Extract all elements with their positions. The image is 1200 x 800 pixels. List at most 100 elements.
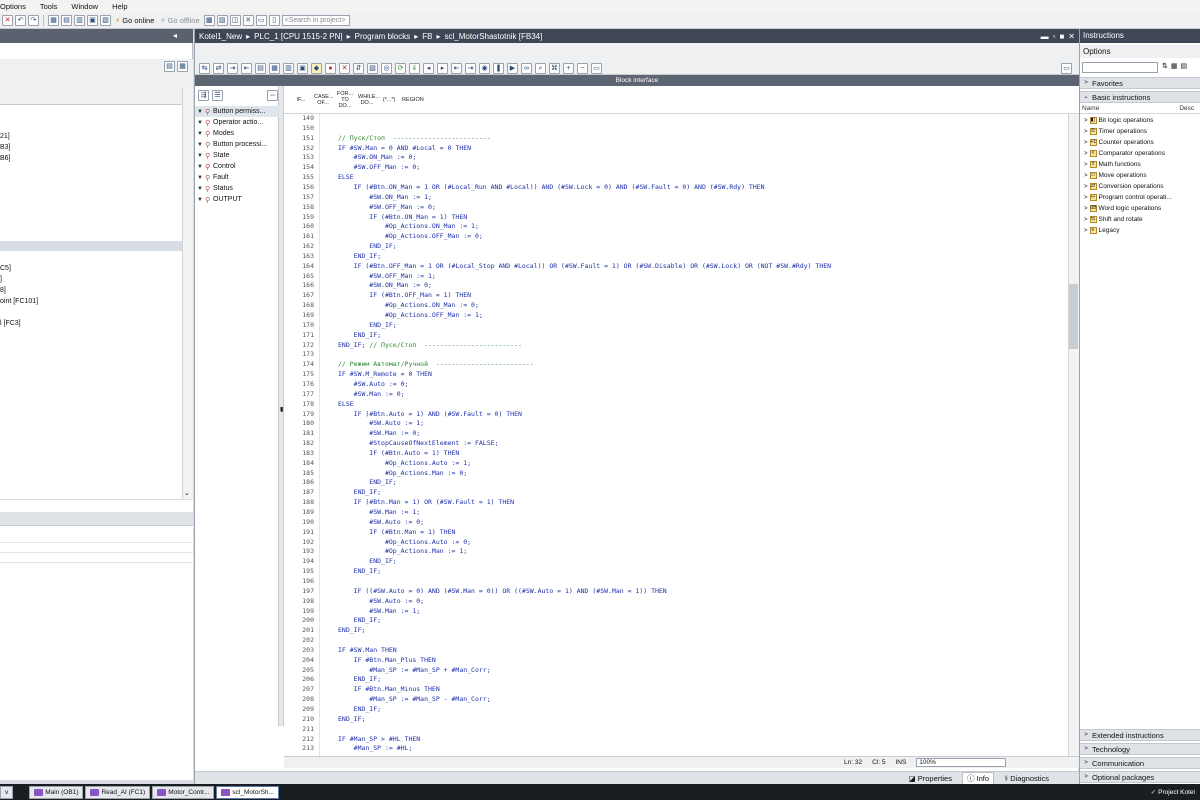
instruction-group[interactable]: > ◧ Bit logic operations [1084, 115, 1153, 126]
taskbar-tab-scl-motor[interactable]: scl_MotorSh... [216, 785, 279, 799]
interface-item[interactable]: ▼ ⚲ Control [195, 161, 279, 172]
interface-item[interactable]: ▼ ⚲ State [195, 150, 279, 161]
tab-properties[interactable]: ◪ Properties [909, 774, 952, 783]
code-line[interactable]: #Op_Actions.OFF_Man := 1; [338, 311, 483, 321]
code-line[interactable]: IF (#Btn.Man = 1) THEN [338, 528, 455, 538]
interface-item[interactable]: ▼ ⚲ Operator actio... [195, 117, 279, 128]
interface-item[interactable]: ▼ ⚲ OUTPUT [195, 194, 279, 205]
code-line[interactable]: IF #SW.M_Remote = 0 THEN [338, 370, 432, 380]
tab-diagnostics[interactable]: ⚕ Diagnostics [1004, 774, 1049, 783]
instruction-group[interactable]: > ↦ Program control operati... [1084, 192, 1172, 203]
code-line[interactable]: #SW.Auto := 0; [338, 518, 424, 528]
instruction-group[interactable]: > ⇆ Shift and rotate [1084, 214, 1143, 225]
bookmark-icon[interactable]: ▣ [297, 62, 308, 74]
refresh-icon[interactable]: ⟳ [395, 62, 406, 74]
format-icon[interactable]: ▤ [255, 62, 266, 74]
expand-triangle-icon[interactable]: ▼ [195, 120, 205, 126]
code-line[interactable]: ELSE [338, 173, 354, 183]
collapse-all-icon[interactable]: ☰ [212, 90, 223, 101]
code-line[interactable]: #Op_Actions.Auto := 0; [338, 538, 471, 548]
last-icon[interactable]: ⇥ [465, 62, 476, 74]
code-line[interactable]: END_IF; [338, 488, 381, 498]
code-line[interactable]: #SW.Auto := 0; [338, 597, 424, 607]
interface-item[interactable]: ▼ ⚲ Status [195, 183, 279, 194]
code-line[interactable]: #SW.OFF_Man := 1; [338, 272, 436, 282]
menu-window[interactable]: Window [71, 2, 98, 11]
code-line[interactable]: #Op_Actions.OFF_Man := 0; [338, 232, 483, 242]
interface-item[interactable]: ▼ ⚲ Fault [195, 172, 279, 183]
section-technology[interactable]: > Technology [1080, 743, 1200, 755]
prev-icon[interactable]: ◂ [423, 62, 434, 74]
menu-tools[interactable]: Tools [40, 2, 58, 11]
instruction-group[interactable]: > +1 Counter operations [1084, 137, 1154, 148]
toggle-bookmark-icon[interactable]: ◆ [311, 62, 322, 74]
code-line[interactable]: #SW.Man := 0; [338, 390, 405, 400]
code-line[interactable]: #SW.Auto := 1; [338, 419, 424, 429]
next-icon[interactable]: ▸ [437, 62, 448, 74]
tree-item[interactable]: ] [0, 276, 2, 283]
code-line[interactable]: END_IF; [338, 626, 365, 636]
tree-item[interactable]: l [FC3] [0, 320, 21, 327]
simulation-icon[interactable]: ▣ [87, 15, 98, 26]
section-optional-packages[interactable]: > Optional packages [1080, 771, 1200, 783]
keyword-case[interactable]: CASE... OF... [314, 94, 334, 106]
code-line[interactable]: // Пуск/Стоп ------------------------- [338, 134, 491, 144]
code-line[interactable]: IF ((#SW.Auto = 0) AND (#SW.Man = 0)) OR… [338, 587, 667, 597]
indent-icon[interactable]: ⇥ [227, 62, 238, 74]
code-line[interactable]: #SW.Auto := 0; [338, 380, 409, 390]
breadcrumb-fb[interactable]: FB [422, 32, 432, 41]
code-line[interactable]: #SW.ON_Man := 1; [338, 193, 432, 203]
goto-icon[interactable]: ● [325, 62, 336, 74]
code-line[interactable]: #Op_Actions.ON_Man := 0; [338, 301, 479, 311]
code-line[interactable]: #SW.OFF_Man := 0; [338, 203, 436, 213]
code-line[interactable]: ELSE [338, 400, 354, 410]
code-line[interactable]: IF #Btn.Man_Minus THEN [338, 685, 440, 695]
download-block-icon[interactable]: ⇓ [409, 62, 420, 74]
column-name[interactable]: Name [1082, 105, 1099, 113]
code-line[interactable]: #Man_SP := #Man_SP + #Man_Corr; [338, 666, 490, 676]
taskbar-tab-main[interactable]: Main (OB1) [29, 785, 84, 799]
tab-info[interactable]: ⓘ Info [961, 771, 995, 785]
interface-toggle-icon[interactable]: ⇔ [267, 90, 278, 101]
upload-icon[interactable]: ▥ [74, 15, 85, 26]
expand-triangle-icon[interactable]: ▼ [195, 164, 205, 170]
clear-icon[interactable]: ✕ [339, 62, 350, 74]
zoom-out-icon[interactable]: − [577, 62, 588, 74]
expand-triangle-icon[interactable]: ▼ [195, 197, 205, 203]
interface-item[interactable]: ▼ ⚲ Modes [195, 128, 279, 139]
instruction-group[interactable]: > ≡ Legacy [1084, 225, 1119, 236]
column-description[interactable]: Desc [1179, 105, 1194, 113]
code-line[interactable]: IF (#Btn.ON_Man = 1 OR (#Local_Run AND #… [338, 183, 765, 193]
pause-icon[interactable]: ❚ [493, 62, 504, 74]
taskbar-tab-read-ai[interactable]: Read_AI (FC1) [85, 785, 151, 799]
code-area[interactable]: 149 150 151 152 153 154 155 156 157 158 159 160 161 1… [284, 114, 1068, 756]
code-line[interactable]: IF #SW.Man THEN [338, 646, 397, 656]
minimize-icon[interactable]: ▬ [1041, 32, 1049, 41]
section-basic-instructions[interactable]: ⌄ Basic instructions [1080, 91, 1200, 103]
scroll-down-icon[interactable]: ⌄ [184, 489, 190, 497]
code-line[interactable]: END_IF; [338, 675, 381, 685]
accessible-devices-icon[interactable]: ▩ [203, 15, 215, 26]
keyword-while[interactable]: WHILE... DO... [358, 94, 380, 106]
find-icon[interactable]: ⌕ [535, 62, 546, 74]
taskbar-project-status[interactable]: ✔ Project Kotel [1145, 785, 1200, 799]
add-row-icon[interactable]: ⇄ [213, 62, 224, 74]
zoom-in-icon[interactable]: + [563, 62, 574, 74]
code-line[interactable]: IF #Man_SP > #HL THEN [338, 735, 420, 745]
window-split-vert-icon[interactable]: ▯ [268, 15, 280, 26]
editor-options-icon[interactable]: ▭ [1061, 63, 1072, 74]
code-line[interactable]: #SW.ON_Man := 0; [338, 281, 432, 291]
keyword-region[interactable]: REGION [402, 97, 424, 103]
taskbar-portal[interactable]: v [0, 785, 14, 799]
code-line[interactable]: #SW.Man := 1; [338, 508, 420, 518]
search-project-input[interactable]: <Search in project> [281, 15, 350, 26]
expand-triangle-icon[interactable]: ▼ [195, 131, 205, 137]
code-line[interactable]: #SW.Man := 0; [338, 429, 420, 439]
code-line[interactable]: IF (#Btn.Auto = 1) AND (#SW.Fault = 0) T… [338, 410, 522, 420]
outdent-icon[interactable]: ⇤ [241, 62, 252, 74]
breakpoint-icon[interactable]: ◉ [479, 62, 490, 74]
expand-triangle-icon[interactable]: ▼ [195, 142, 205, 148]
tree-item[interactable]: oint [FC101] [0, 298, 38, 305]
restore-icon[interactable]: ▫ [1053, 32, 1056, 41]
code-line[interactable]: #Op_Actions.Auto := 1; [338, 459, 471, 469]
